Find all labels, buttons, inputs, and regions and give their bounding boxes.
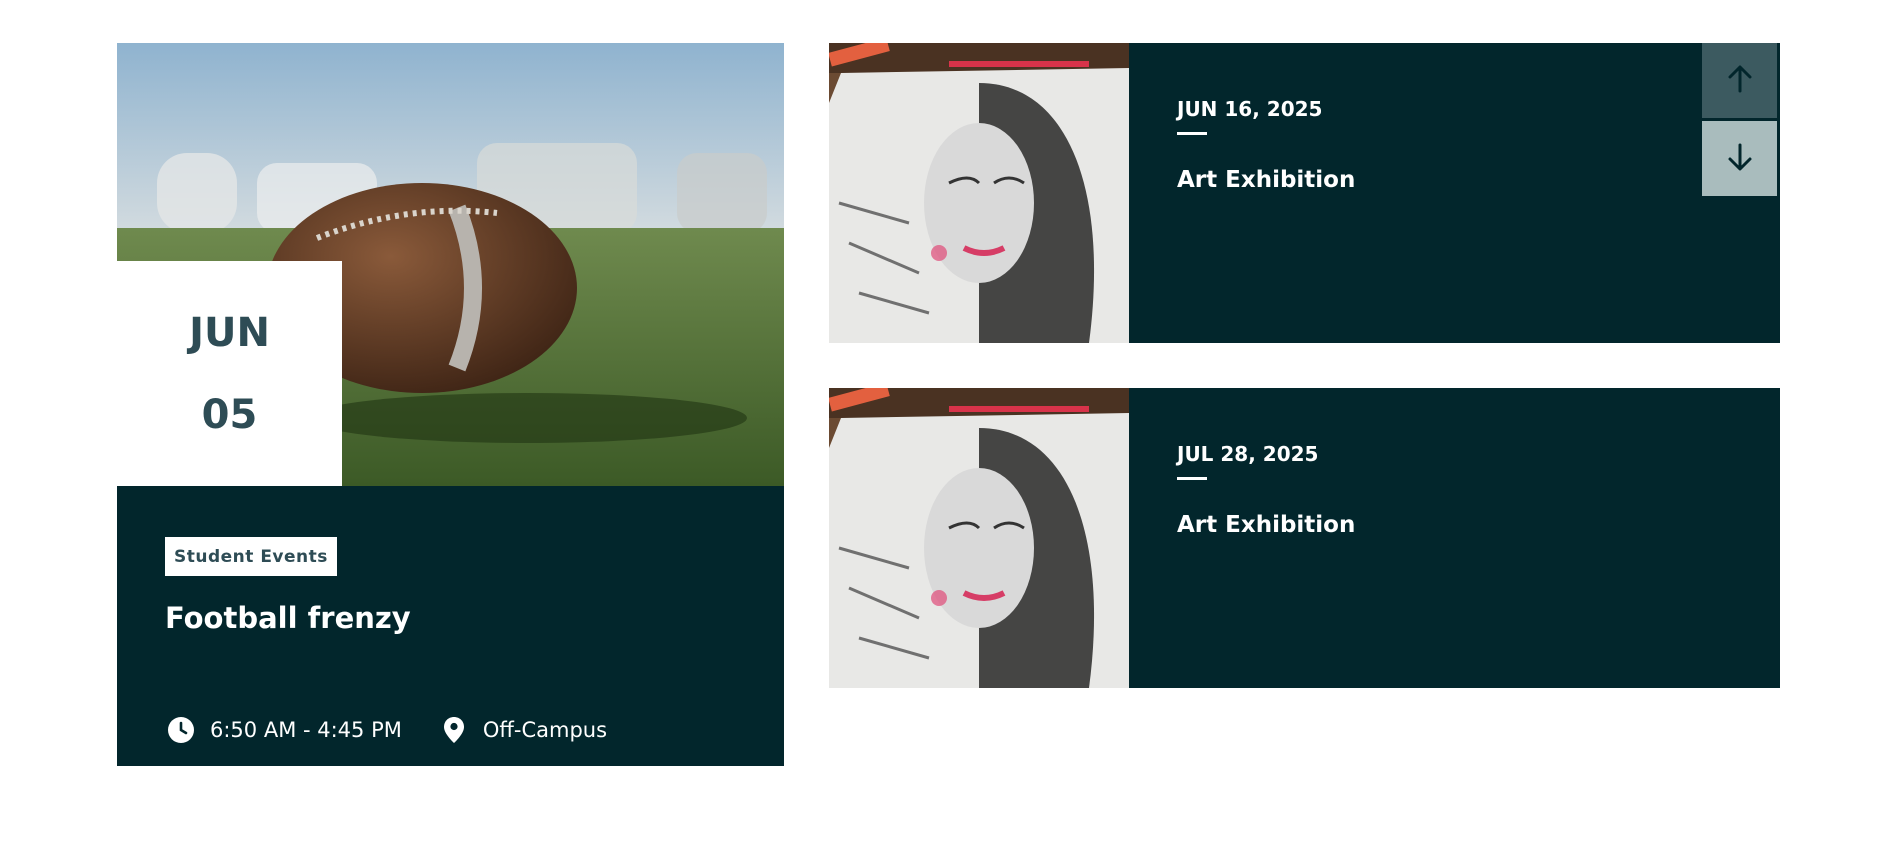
- featured-date-badge: JUN 05: [117, 261, 342, 486]
- event-card[interactable]: JUL 28, 2025 Art Exhibition: [829, 388, 1780, 688]
- featured-event-time: 6:50 AM - 4:45 PM: [210, 718, 402, 742]
- featured-event-card[interactable]: JUN 05 Student Events Football frenzy 6:…: [117, 43, 784, 766]
- event-thumbnail: [829, 388, 1129, 688]
- featured-event-location: Off-Campus: [482, 718, 608, 742]
- date-divider: [1177, 132, 1207, 135]
- event-date: JUL 28, 2025: [1177, 442, 1319, 466]
- featured-event-meta: 6:50 AM - 4:45 PM Off-Campus: [165, 714, 607, 746]
- next-event-button[interactable]: [1702, 121, 1777, 196]
- event-thumbnail: [829, 43, 1129, 343]
- event-title[interactable]: Art Exhibition: [1177, 167, 1355, 193]
- date-divider: [1177, 477, 1207, 480]
- event-title[interactable]: Art Exhibition: [1177, 512, 1355, 538]
- arrow-down-icon: [1726, 142, 1754, 176]
- previous-event-button[interactable]: [1702, 43, 1777, 118]
- category-tag[interactable]: Student Events: [165, 537, 337, 576]
- featured-event-title[interactable]: Football frenzy: [165, 601, 411, 635]
- featured-event-body: Student Events Football frenzy 6:50 AM -…: [117, 486, 784, 766]
- location-pin-icon: [438, 714, 470, 746]
- events-section: JUN 05 Student Events Football frenzy 6:…: [0, 0, 1890, 858]
- featured-date-day: 05: [201, 391, 258, 438]
- arrow-up-icon: [1726, 64, 1754, 98]
- event-card[interactable]: JUN 16, 2025 Art Exhibition: [829, 43, 1780, 343]
- event-date: JUN 16, 2025: [1177, 97, 1323, 121]
- clock-icon: [165, 714, 197, 746]
- featured-date-month: JUN: [189, 309, 270, 356]
